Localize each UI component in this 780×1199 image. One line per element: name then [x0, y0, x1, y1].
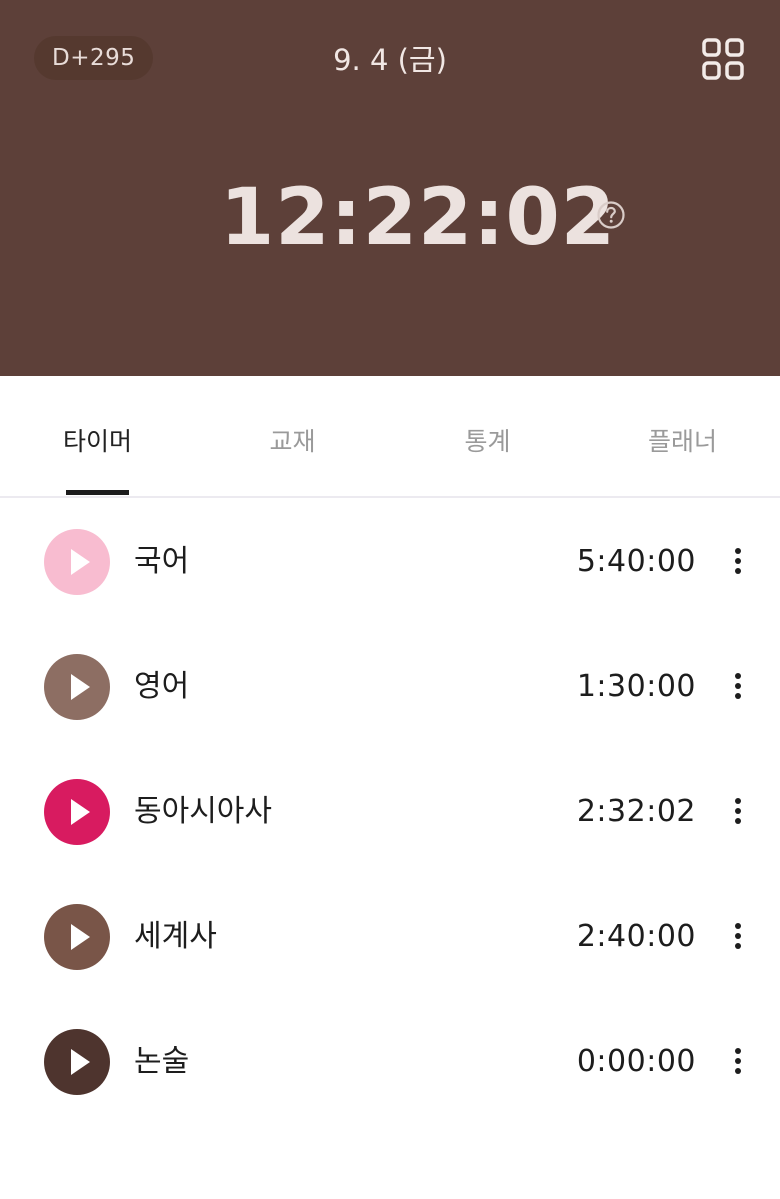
- subject-time: 2:40:00: [576, 919, 696, 954]
- play-icon: [71, 799, 90, 825]
- subject-row[interactable]: 영어 1:30:00: [0, 623, 780, 748]
- play-icon: [71, 674, 90, 700]
- subject-name: 국어: [134, 544, 190, 579]
- tab-planner[interactable]: 플래너: [585, 424, 780, 460]
- subject-time: 0:00:00: [576, 1044, 696, 1079]
- tab-bar: 타이머 교재 통계 플래너: [0, 376, 780, 498]
- help-circle-icon[interactable]: [596, 200, 626, 230]
- play-button[interactable]: [44, 1029, 110, 1095]
- play-button[interactable]: [44, 904, 110, 970]
- more-vertical-icon[interactable]: [726, 796, 750, 826]
- play-button[interactable]: [44, 654, 110, 720]
- subject-row[interactable]: 국어 5:40:00: [0, 498, 780, 623]
- header: D+295 9. 4 (금) 12:22:02: [0, 0, 780, 376]
- subject-name: 논술: [134, 1044, 190, 1079]
- more-vertical-icon[interactable]: [726, 671, 750, 701]
- subject-time: 1:30:00: [576, 669, 696, 704]
- subject-row[interactable]: 논술 0:00:00: [0, 998, 780, 1123]
- subject-row[interactable]: 동아시아사 2:32:02: [0, 748, 780, 873]
- subject-name: 동아시아사: [134, 794, 272, 829]
- more-vertical-icon[interactable]: [726, 921, 750, 951]
- tab-textbook[interactable]: 교재: [195, 424, 390, 460]
- active-tab-indicator: [66, 490, 129, 495]
- play-icon: [71, 924, 90, 950]
- subject-row[interactable]: 세계사 2:40:00: [0, 873, 780, 998]
- date-label[interactable]: 9. 4 (금): [0, 40, 780, 80]
- tab-timer[interactable]: 타이머: [0, 424, 195, 460]
- play-button[interactable]: [44, 779, 110, 845]
- subject-name: 영어: [134, 669, 190, 704]
- more-vertical-icon[interactable]: [726, 546, 750, 576]
- play-button[interactable]: [44, 529, 110, 595]
- subject-name: 세계사: [134, 919, 217, 954]
- play-icon: [71, 1049, 90, 1075]
- grid-icon[interactable]: [700, 36, 746, 82]
- app-screen: D+295 9. 4 (금) 12:22:02 타이머 교재 통계 플래너 국어…: [0, 0, 780, 1199]
- subject-time: 2:32:02: [576, 794, 696, 829]
- subject-time: 5:40:00: [576, 544, 696, 579]
- more-vertical-icon[interactable]: [726, 1046, 750, 1076]
- total-timer: 12:22:02: [220, 173, 617, 263]
- play-icon: [71, 549, 90, 575]
- tab-stats[interactable]: 통계: [390, 424, 585, 460]
